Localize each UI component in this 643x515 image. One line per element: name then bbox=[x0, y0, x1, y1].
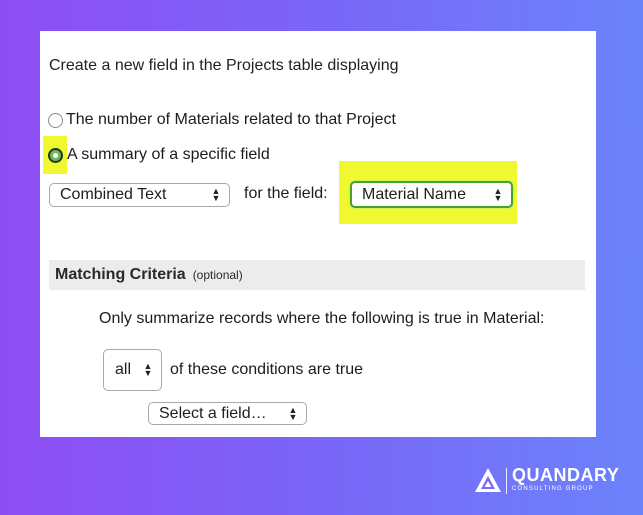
matching-description: Only summarize records where the followi… bbox=[99, 310, 545, 327]
field-select-value: Material Name bbox=[362, 185, 467, 203]
conditions-text: of these conditions are true bbox=[170, 361, 364, 378]
summary-type-value: Combined Text bbox=[60, 186, 167, 203]
option-summary-row[interactable]: A summary of a specific field bbox=[48, 146, 308, 166]
select-arrows-icon: ▲ ▼ bbox=[143, 361, 153, 378]
select-arrows-icon: ▲ ▼ bbox=[288, 404, 298, 422]
quandary-logo-icon bbox=[475, 468, 501, 492]
dialog-panel: Create a new field in the Projects table… bbox=[40, 31, 596, 437]
matching-criteria-title: Matching Criteria bbox=[55, 266, 186, 283]
select-arrows-icon: ▲ ▼ bbox=[211, 186, 221, 203]
option-summary-label: A summary of a specific field bbox=[67, 146, 270, 163]
intro-text: Create a new field in the Projects table… bbox=[49, 57, 399, 74]
condition-field-value: Select a field… bbox=[159, 404, 267, 422]
quandary-logo: QUANDARY CONSULTING GROUP bbox=[474, 465, 619, 496]
matching-criteria-header: Matching Criteria (optional) bbox=[49, 260, 585, 290]
radio-count[interactable] bbox=[48, 113, 63, 128]
option-count-row[interactable]: The number of Materials related to that … bbox=[48, 111, 428, 131]
quantifier-value: all bbox=[115, 361, 132, 378]
summary-type-select[interactable]: Combined Text ▲ ▼ bbox=[49, 183, 230, 207]
matching-criteria-optional: (optional) bbox=[192, 268, 243, 282]
logo-name: QUANDARY bbox=[512, 465, 620, 485]
quantifier-select[interactable]: all ▲ ▼ bbox=[103, 349, 162, 391]
select-arrows-icon: ▲ ▼ bbox=[493, 185, 503, 203]
logo-tagline: CONSULTING GROUP bbox=[512, 486, 594, 492]
option-count-label: The number of Materials related to that … bbox=[66, 111, 396, 128]
logo-divider bbox=[506, 468, 507, 494]
condition-field-select[interactable]: Select a field… ▲ ▼ bbox=[148, 402, 307, 425]
radio-summary[interactable] bbox=[48, 148, 63, 163]
field-select[interactable]: Material Name ▲ ▼ bbox=[350, 181, 513, 208]
for-field-label: for the field: bbox=[244, 185, 328, 202]
